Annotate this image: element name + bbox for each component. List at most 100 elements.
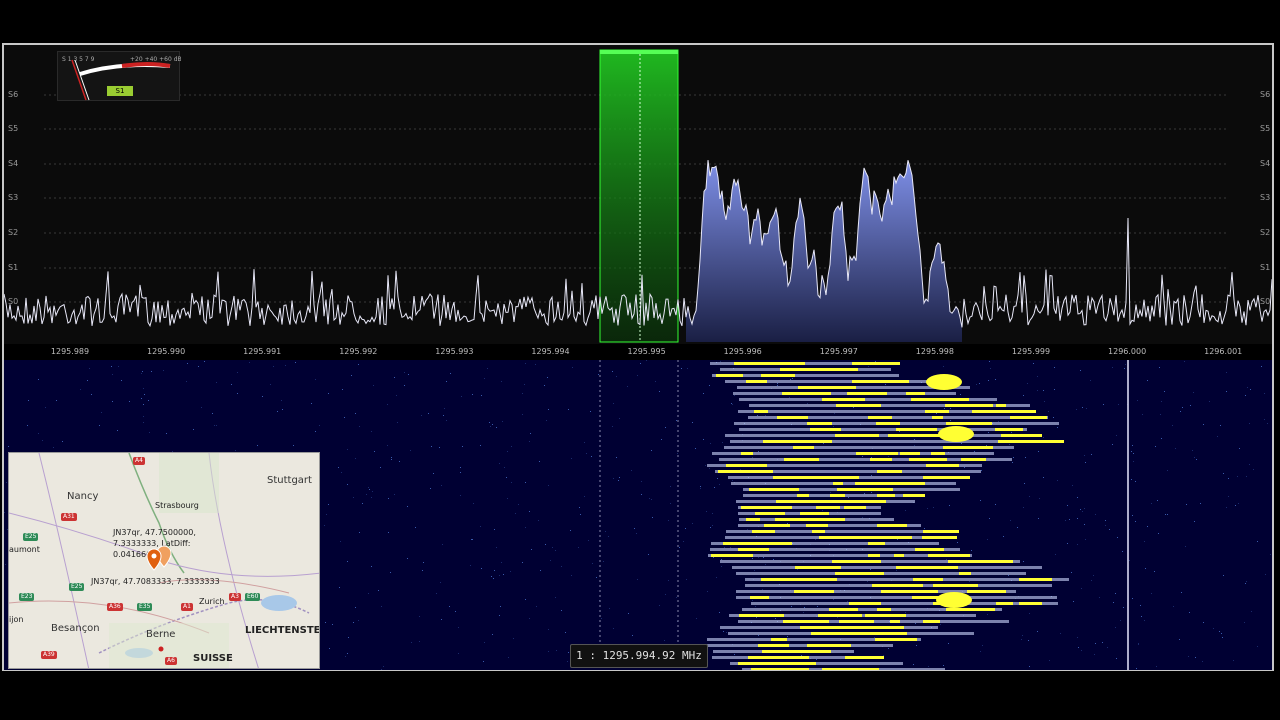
waterfall-noise-dot xyxy=(1154,571,1155,572)
waterfall-noise-dot xyxy=(391,459,392,460)
waterfall-noise-dot xyxy=(471,539,472,540)
waterfall-noise-dot xyxy=(1105,525,1106,526)
waterfall-noise-dot xyxy=(311,403,312,404)
waterfall-noise-dot xyxy=(627,386,628,387)
waterfall-noise-dot xyxy=(470,565,471,566)
waterfall-noise-dot xyxy=(249,362,250,363)
map-city-berne: Berne xyxy=(146,629,176,640)
waterfall-signal-segment xyxy=(931,452,945,455)
waterfall-noise-dot xyxy=(372,491,373,492)
waterfall-noise-dot xyxy=(480,445,481,446)
waterfall-noise-dot xyxy=(830,492,831,493)
waterfall-noise-dot xyxy=(871,457,872,458)
waterfall-noise-dot xyxy=(1043,477,1044,478)
waterfall-signal-segment xyxy=(784,458,819,461)
waterfall-noise-dot xyxy=(1217,436,1218,437)
waterfall-noise-dot xyxy=(1172,425,1173,426)
waterfall-noise-dot xyxy=(324,525,325,526)
waterfall-noise-dot xyxy=(144,394,145,395)
waterfall-signal-segment xyxy=(844,506,866,509)
waterfall-noise-dot xyxy=(529,441,530,442)
waterfall-noise-dot xyxy=(216,425,217,426)
waterfall-signal-blob xyxy=(938,426,974,442)
waterfall-noise-dot xyxy=(601,618,602,619)
waterfall-noise-dot xyxy=(28,400,29,401)
frequency-readout[interactable]: 1 : 1295.994.92 MHz xyxy=(570,644,708,668)
waterfall-noise-dot xyxy=(270,384,271,385)
waterfall-noise-dot xyxy=(705,465,706,466)
spectrum-plot[interactable] xyxy=(4,46,1272,344)
waterfall-signal-segment xyxy=(815,476,859,479)
waterfall-noise-dot xyxy=(641,494,642,495)
map-city-chaumont: aumont xyxy=(9,545,40,554)
waterfall-noise-dot xyxy=(1167,514,1168,515)
waterfall-signal-segment xyxy=(820,368,858,371)
waterfall-noise-dot xyxy=(1188,656,1189,657)
waterfall-noise-dot xyxy=(960,394,961,395)
waterfall-noise-dot xyxy=(442,544,443,545)
waterfall-signal-segment xyxy=(877,488,893,491)
waterfall-noise-dot xyxy=(1038,518,1039,519)
waterfall-noise-dot xyxy=(1203,424,1204,425)
waterfall-noise-dot xyxy=(1195,657,1196,658)
waterfall-noise-dot xyxy=(383,666,384,667)
waterfall-noise-dot xyxy=(472,394,473,395)
waterfall-noise-dot xyxy=(1144,541,1145,542)
waterfall-noise-dot xyxy=(1251,611,1252,612)
waterfall-noise-dot xyxy=(371,566,372,567)
waterfall-noise-dot xyxy=(709,385,710,386)
waterfall-noise-dot xyxy=(703,393,704,394)
waterfall-noise-dot xyxy=(1140,605,1141,606)
waterfall-noise-dot xyxy=(408,374,409,375)
waterfall-signal-segment xyxy=(870,458,892,461)
waterfall-noise-dot xyxy=(568,409,569,410)
waterfall-noise-dot xyxy=(1054,389,1055,390)
waterfall-signal-segment xyxy=(988,410,1036,413)
waterfall-noise-dot xyxy=(381,669,382,670)
waterfall-signal-blob xyxy=(926,374,962,390)
waterfall-noise-dot xyxy=(1105,520,1106,521)
waterfall-signal-segment xyxy=(911,398,930,401)
waterfall-noise-dot xyxy=(366,494,367,495)
waterfall-noise-dot xyxy=(1037,390,1038,391)
waterfall-noise-dot xyxy=(1157,500,1158,501)
waterfall-noise-dot xyxy=(368,593,369,594)
waterfall-noise-dot xyxy=(1024,483,1025,484)
map-road-badge: E60 xyxy=(245,593,261,601)
waterfall-noise-dot xyxy=(319,425,320,426)
waterfall-noise-dot xyxy=(777,385,778,386)
waterfall-signal-segment xyxy=(810,428,841,431)
waterfall-noise-dot xyxy=(1161,438,1162,439)
waterfall-noise-dot xyxy=(756,617,757,618)
waterfall-noise-dot xyxy=(936,413,937,414)
waterfall-noise-dot xyxy=(508,657,509,658)
waterfall-noise-dot xyxy=(571,458,572,459)
waterfall-noise-dot xyxy=(1203,622,1204,623)
locator-map[interactable]: Stuttgart Nancy Strasbourg aumont Besanç… xyxy=(8,452,320,669)
waterfall-noise-dot xyxy=(959,569,960,570)
waterfall-noise-dot xyxy=(565,632,566,633)
waterfall-noise-dot xyxy=(731,403,732,404)
waterfall-signal-segment xyxy=(819,536,863,539)
spectrum-panel[interactable]: S6 S5 S4 S3 S2 S1 S0 S6 S5 S4 S3 S2 S1 S0 xyxy=(4,46,1272,344)
waterfall-noise-dot xyxy=(142,371,143,372)
frequency-axis[interactable]: 1295.989 1295.990 1295.991 1295.992 1295.993… xyxy=(4,344,1272,360)
waterfall-noise-dot xyxy=(874,637,875,638)
waterfall-signal-segment xyxy=(734,362,780,365)
waterfall-noise-dot xyxy=(853,407,854,408)
waterfall-noise-dot xyxy=(1253,469,1254,470)
waterfall-noise-dot xyxy=(787,636,788,637)
map-city-strasbourg: Strasbourg xyxy=(155,501,199,510)
waterfall-noise-dot xyxy=(1194,457,1195,458)
waterfall-noise-dot xyxy=(1067,505,1068,506)
waterfall-noise-dot xyxy=(815,539,816,540)
waterfall-noise-dot xyxy=(186,381,187,382)
waterfall-signal-segment xyxy=(909,458,947,461)
waterfall-noise-dot xyxy=(752,558,753,559)
waterfall-noise-dot xyxy=(381,606,382,607)
map-city-dijon: ijon xyxy=(9,615,24,624)
waterfall-noise-dot xyxy=(1084,508,1085,509)
waterfall-noise-dot xyxy=(141,398,142,399)
waterfall-noise-dot xyxy=(536,606,537,607)
waterfall-signal-segment xyxy=(754,410,768,413)
